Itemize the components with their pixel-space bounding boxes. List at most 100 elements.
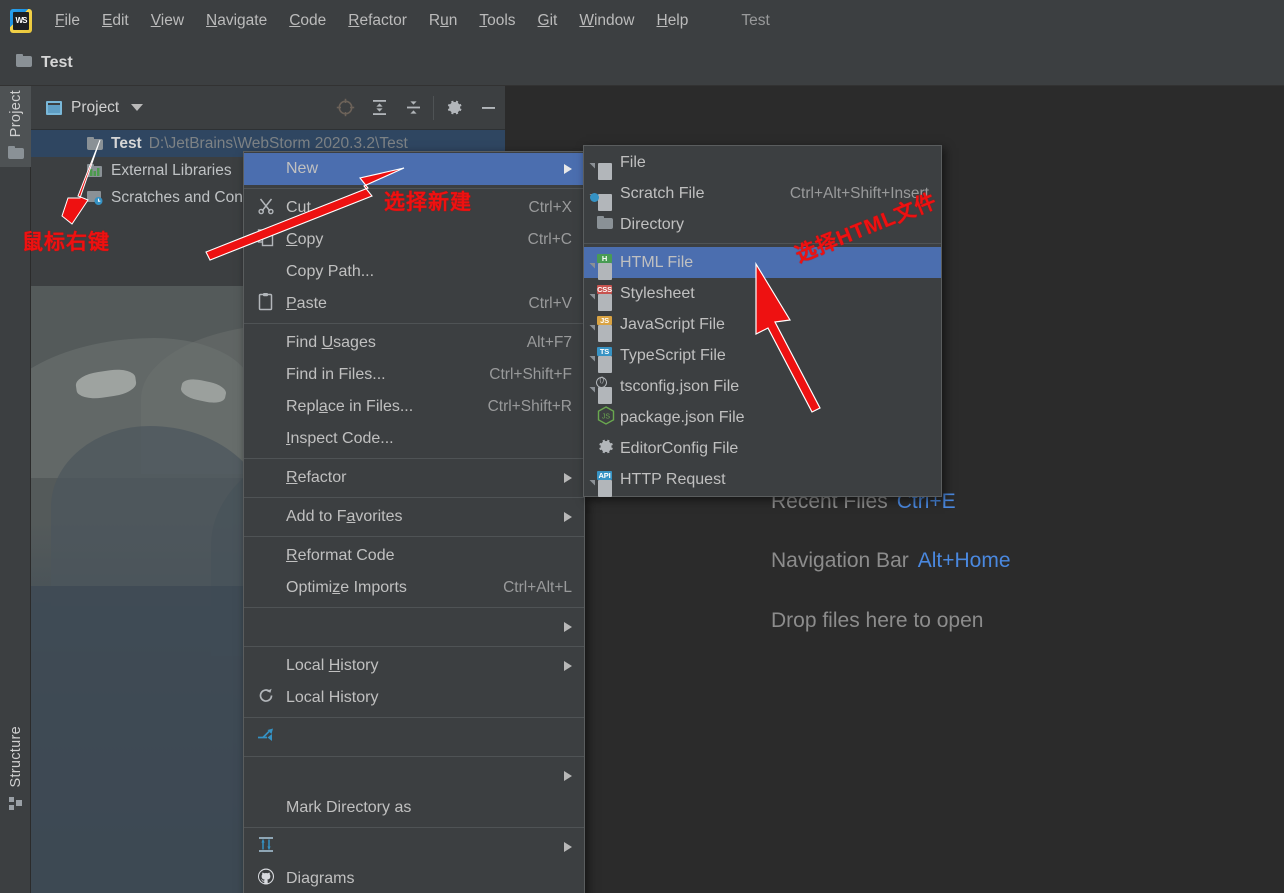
menu-separator (244, 756, 584, 757)
menu-bar: WS File Edit View Navigate Code Refactor… (0, 0, 1284, 41)
nodejs-icon: JS (597, 405, 615, 430)
menu-item-copy-path-label: Copy Path... (286, 263, 375, 280)
menu-item-reload-from-disk-label: Local History (286, 689, 379, 706)
context-menu: New Cut Ctrl+X Copy Ctrl+C Copy Path... … (243, 151, 585, 893)
compare-icon (257, 726, 275, 749)
menu-item-new-label: New (286, 160, 319, 177)
submenu-arrow-icon (564, 164, 572, 174)
menu-separator (244, 497, 584, 498)
new-submenu: File Scratch File Ctrl+Alt+Shift+Insert … (583, 145, 942, 497)
tree-item-external-libraries-name: External Libraries (111, 161, 232, 179)
sidebar-item-project[interactable]: Project (0, 86, 31, 168)
submenu-item-package-json-file[interactable]: JS package.json File (584, 402, 941, 433)
menu-item-cut[interactable]: Cut Ctrl+X (244, 192, 584, 224)
toolbar-divider (433, 95, 434, 120)
folder-icon (7, 141, 24, 167)
menu-file[interactable]: File (44, 8, 91, 34)
submenu-item-scratch-file-label: Scratch File (620, 184, 705, 202)
submenu-item-tsconfig-json-file[interactable]: () tsconfig.json File (584, 371, 941, 404)
menu-window[interactable]: Window (568, 8, 645, 34)
menu-item-diagrams[interactable] (244, 831, 584, 863)
menu-item-paste[interactable]: Paste Ctrl+V (244, 288, 584, 320)
sidebar-item-structure[interactable]: Structure (0, 722, 31, 813)
menu-separator (244, 188, 584, 189)
menu-item-remove-bom[interactable]: Mark Directory as (244, 792, 584, 824)
submenu-item-stylesheet[interactable]: CSS Stylesheet (584, 278, 941, 311)
menu-git[interactable]: Git (527, 8, 569, 34)
submenu-item-editorconfig-file-label: EditorConfig File (620, 439, 739, 457)
menu-separator (244, 536, 584, 537)
diagrams-icon (257, 836, 275, 859)
external-libraries-icon (87, 163, 103, 178)
menu-item-create-gist-label: Diagrams (286, 870, 355, 887)
menu-item-mark-directory-as[interactable] (244, 760, 584, 792)
hide-icon[interactable] (471, 86, 505, 130)
menu-item-refactor-label: Refactor (286, 469, 347, 486)
submenu-item-tsconfig-json-file-label: tsconfig.json File (620, 377, 740, 395)
locate-icon[interactable] (328, 86, 362, 130)
menu-item-copy-accel: Ctrl+C (527, 231, 572, 248)
menu-item-compare-with[interactable] (244, 721, 584, 753)
expand-all-icon[interactable] (362, 86, 396, 130)
collapse-all-icon[interactable] (396, 86, 430, 130)
menu-edit[interactable]: Edit (91, 8, 140, 34)
menu-item-inspect-code-label: Inspect Code... (286, 430, 394, 447)
menu-item-add-to-favorites-label: Add to Favorites (286, 508, 403, 525)
submenu-item-file-label: File (620, 153, 646, 171)
menu-item-find-usages[interactable]: Find Usages Alt+F7 (244, 327, 584, 359)
menu-item-new[interactable]: New (244, 153, 584, 185)
menu-item-copy-path[interactable]: Copy Path... (244, 256, 584, 288)
menu-item-optimize-imports-accel: Ctrl+Alt+L (503, 579, 572, 596)
menu-separator (244, 458, 584, 459)
submenu-item-html-file[interactable]: H HTML File (584, 247, 941, 280)
submenu-item-typescript-file[interactable]: TS TypeScript File (584, 340, 941, 373)
menu-item-copy[interactable]: Copy Ctrl+C (244, 224, 584, 256)
menu-item-reload-from-disk[interactable]: Local History (244, 682, 584, 714)
submenu-item-http-request[interactable]: API HTTP Request (584, 464, 941, 497)
submenu-item-scratch-file[interactable]: Scratch File Ctrl+Alt+Shift+Insert (584, 178, 941, 211)
menu-item-replace-in-files[interactable]: Replace in Files... Ctrl+Shift+R (244, 391, 584, 423)
menu-item-reformat-code[interactable]: Reformat Code (244, 540, 584, 572)
window-project-label: Test (741, 11, 770, 29)
webstorm-logo-icon: WS (10, 8, 32, 33)
menu-item-inspect-code[interactable]: Inspect Code... (244, 423, 584, 455)
menu-item-cut-label: Cut (286, 199, 311, 216)
submenu-item-javascript-file[interactable]: JS JavaScript File (584, 309, 941, 342)
hint-drop-files: Drop files here to open (771, 609, 984, 632)
html-file-tag: H (597, 253, 612, 263)
menu-item-add-to-favorites[interactable]: Add to Favorites (244, 501, 584, 533)
breadcrumb[interactable]: Test (41, 54, 73, 72)
submenu-item-file[interactable]: File (584, 147, 941, 180)
api-file-tag: API (597, 470, 612, 480)
menu-item-cut-accel: Ctrl+X (528, 199, 573, 216)
project-window-header: Project (31, 86, 505, 130)
menu-item-find-in-files[interactable]: Find in Files... Ctrl+Shift+F (244, 359, 584, 391)
github-icon (257, 868, 275, 891)
chevron-down-icon[interactable] (131, 104, 144, 111)
hint-navigation-bar: Navigation Bar Alt+Home (771, 549, 1011, 572)
menu-item-find-usages-accel: Alt+F7 (526, 334, 572, 351)
menu-item-local-history[interactable]: Local History (244, 650, 584, 682)
submenu-item-editorconfig-file[interactable]: EditorConfig File (584, 433, 941, 464)
menu-navigate[interactable]: Navigate (195, 8, 278, 34)
tree-item-scratches-name: Scratches and Con (111, 188, 243, 206)
menu-item-paste-label: Paste (286, 295, 327, 312)
gear-icon[interactable] (437, 86, 471, 130)
folder-icon (87, 137, 103, 150)
gear-icon (597, 437, 615, 460)
menu-tools[interactable]: Tools (468, 8, 526, 34)
menu-item-replace-in-files-label: Replace in Files... (286, 398, 414, 415)
menu-view[interactable]: View (140, 8, 195, 34)
menu-item-open-in[interactable] (244, 611, 584, 643)
menu-code[interactable]: Code (278, 8, 337, 34)
menu-refactor[interactable]: Refactor (337, 8, 418, 34)
menu-item-refactor[interactable]: Refactor (244, 462, 584, 494)
submenu-item-stylesheet-label: Stylesheet (620, 284, 695, 302)
submenu-item-directory[interactable]: Directory (584, 209, 941, 240)
menu-item-optimize-imports[interactable]: Optimize Imports Ctrl+Alt+L (244, 572, 584, 604)
js-file-tag: JS (597, 315, 612, 325)
menu-item-paste-accel: Ctrl+V (528, 295, 573, 312)
menu-item-create-gist[interactable]: Diagrams (244, 863, 584, 893)
menu-help[interactable]: Help (645, 8, 699, 34)
menu-run[interactable]: Run (418, 8, 468, 34)
